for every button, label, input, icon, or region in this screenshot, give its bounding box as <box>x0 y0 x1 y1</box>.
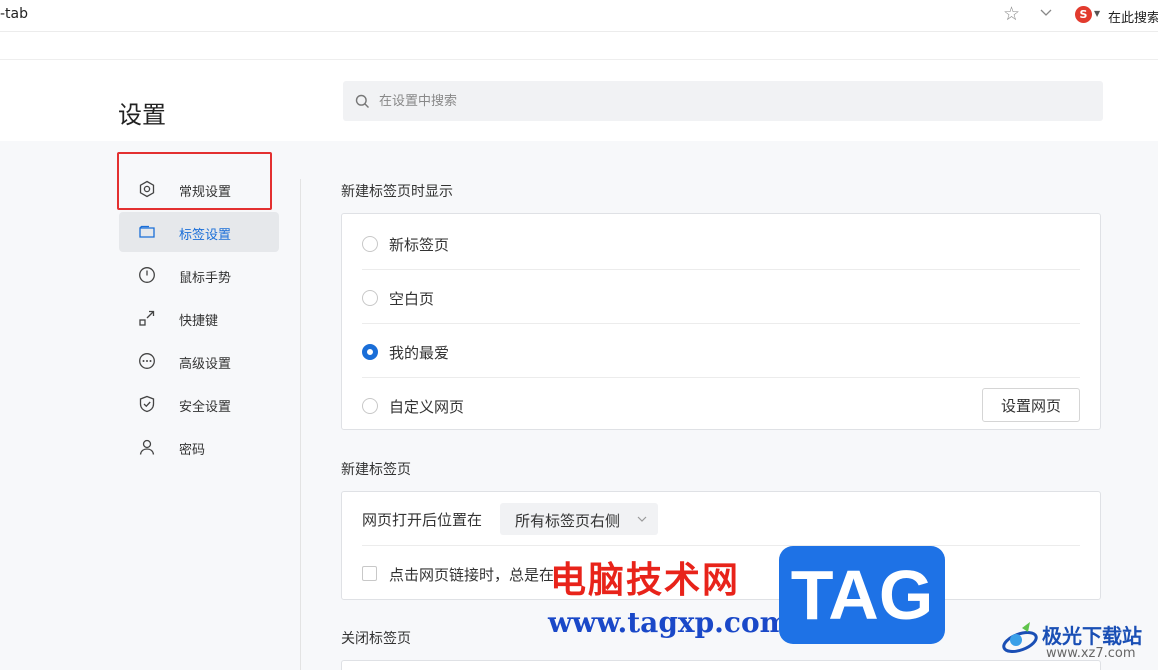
star-icon[interactable]: ☆ <box>1003 3 1020 25</box>
watermark-tag-logo: TAG <box>779 546 945 644</box>
close-tab-card <box>341 660 1101 670</box>
sidebar-item-mouse-gestures[interactable]: 鼠标手势 <box>119 255 279 295</box>
settings-search[interactable] <box>343 81 1103 121</box>
caret-down-icon[interactable]: ▼ <box>1094 9 1100 18</box>
sidebar-item-label: 鼠标手势 <box>179 271 232 286</box>
sidebar-item-tabs[interactable]: 标签设置 <box>119 212 279 252</box>
watermark-site: www.xz7.com <box>1046 646 1136 661</box>
position-label: 网页打开后位置在 <box>362 511 483 529</box>
chevron-down-icon <box>637 516 647 522</box>
sidebar-item-label: 密码 <box>179 443 206 458</box>
address-bar-text[interactable]: -tab <box>0 6 28 22</box>
search-engine-icon[interactable]: S <box>1075 6 1092 23</box>
tab-position-row: 网页打开后位置在 所有标签页右侧 <box>362 492 1080 546</box>
option-label: 空白页 <box>389 290 435 308</box>
browser-toolbar: -tab ☆ S ▼ 在此搜索 <box>0 0 1158 32</box>
sidebar-item-label: 标签设置 <box>179 228 232 243</box>
sidebar-item-advanced[interactable]: 高级设置 <box>119 341 279 381</box>
sidebar-item-label: 快捷键 <box>179 314 219 329</box>
shortcut-icon <box>139 310 155 326</box>
section-title: 关闭标签页 <box>341 631 411 647</box>
tab-position-select[interactable]: 所有标签页右侧 <box>500 503 658 535</box>
user-icon <box>139 439 155 455</box>
radio-option-favorites[interactable]: 我的最爱 <box>362 324 1080 378</box>
mouse-icon <box>139 267 155 283</box>
more-icon <box>139 353 155 369</box>
search-icon <box>355 94 369 108</box>
sidebar-item-passwords[interactable]: 密码 <box>119 427 279 467</box>
bookmarks-bar <box>0 32 1158 60</box>
page-title: 设置 <box>118 101 166 129</box>
watermark-text: 电脑技术网 <box>550 560 741 601</box>
highlight-box <box>117 152 272 210</box>
radio-button[interactable] <box>362 290 378 306</box>
watermark-brand: 极光下载站 <box>1042 624 1142 648</box>
option-label: 新标签页 <box>389 236 450 254</box>
option-label: 我的最爱 <box>389 344 450 362</box>
radio-button-selected[interactable] <box>362 344 378 360</box>
radio-option-new-tab[interactable]: 新标签页 <box>362 216 1080 270</box>
radio-option-custom-page[interactable]: 自定义网页 设置网页 <box>362 378 1080 432</box>
checkbox[interactable] <box>362 566 377 581</box>
checkbox-label: 点击网页链接时，总是在 <box>389 566 555 584</box>
sidebar-item-shortcuts[interactable]: 快捷键 <box>119 298 279 338</box>
sidebar-item-label: 安全设置 <box>179 400 232 415</box>
watermark-url: www.tagxp.com <box>548 606 790 639</box>
toolbar-search-box[interactable]: 在此搜索 <box>1108 7 1158 26</box>
sidebar-divider <box>300 179 301 670</box>
set-page-button[interactable]: 设置网页 <box>982 388 1080 422</box>
chevron-down-icon[interactable] <box>1039 5 1053 19</box>
radio-option-blank-page[interactable]: 空白页 <box>362 270 1080 324</box>
section-title: 新建标签页 <box>341 462 411 478</box>
tab-icon <box>139 225 155 238</box>
section-title: 新建标签页时显示 <box>341 184 453 200</box>
radio-button[interactable] <box>362 398 378 414</box>
search-input[interactable] <box>379 81 1079 121</box>
sidebar-item-label: 高级设置 <box>179 357 232 372</box>
option-label: 自定义网页 <box>389 398 465 416</box>
new-tab-display-card: 新标签页 空白页 我的最爱 自定义网页 设置网页 <box>341 213 1101 430</box>
aurora-logo-icon <box>1002 622 1038 654</box>
select-value: 所有标签页右侧 <box>515 512 621 530</box>
radio-button[interactable] <box>362 236 378 252</box>
sidebar-item-security[interactable]: 安全设置 <box>119 384 279 424</box>
settings-header: 设置 <box>0 61 1158 141</box>
shield-icon <box>139 395 155 413</box>
